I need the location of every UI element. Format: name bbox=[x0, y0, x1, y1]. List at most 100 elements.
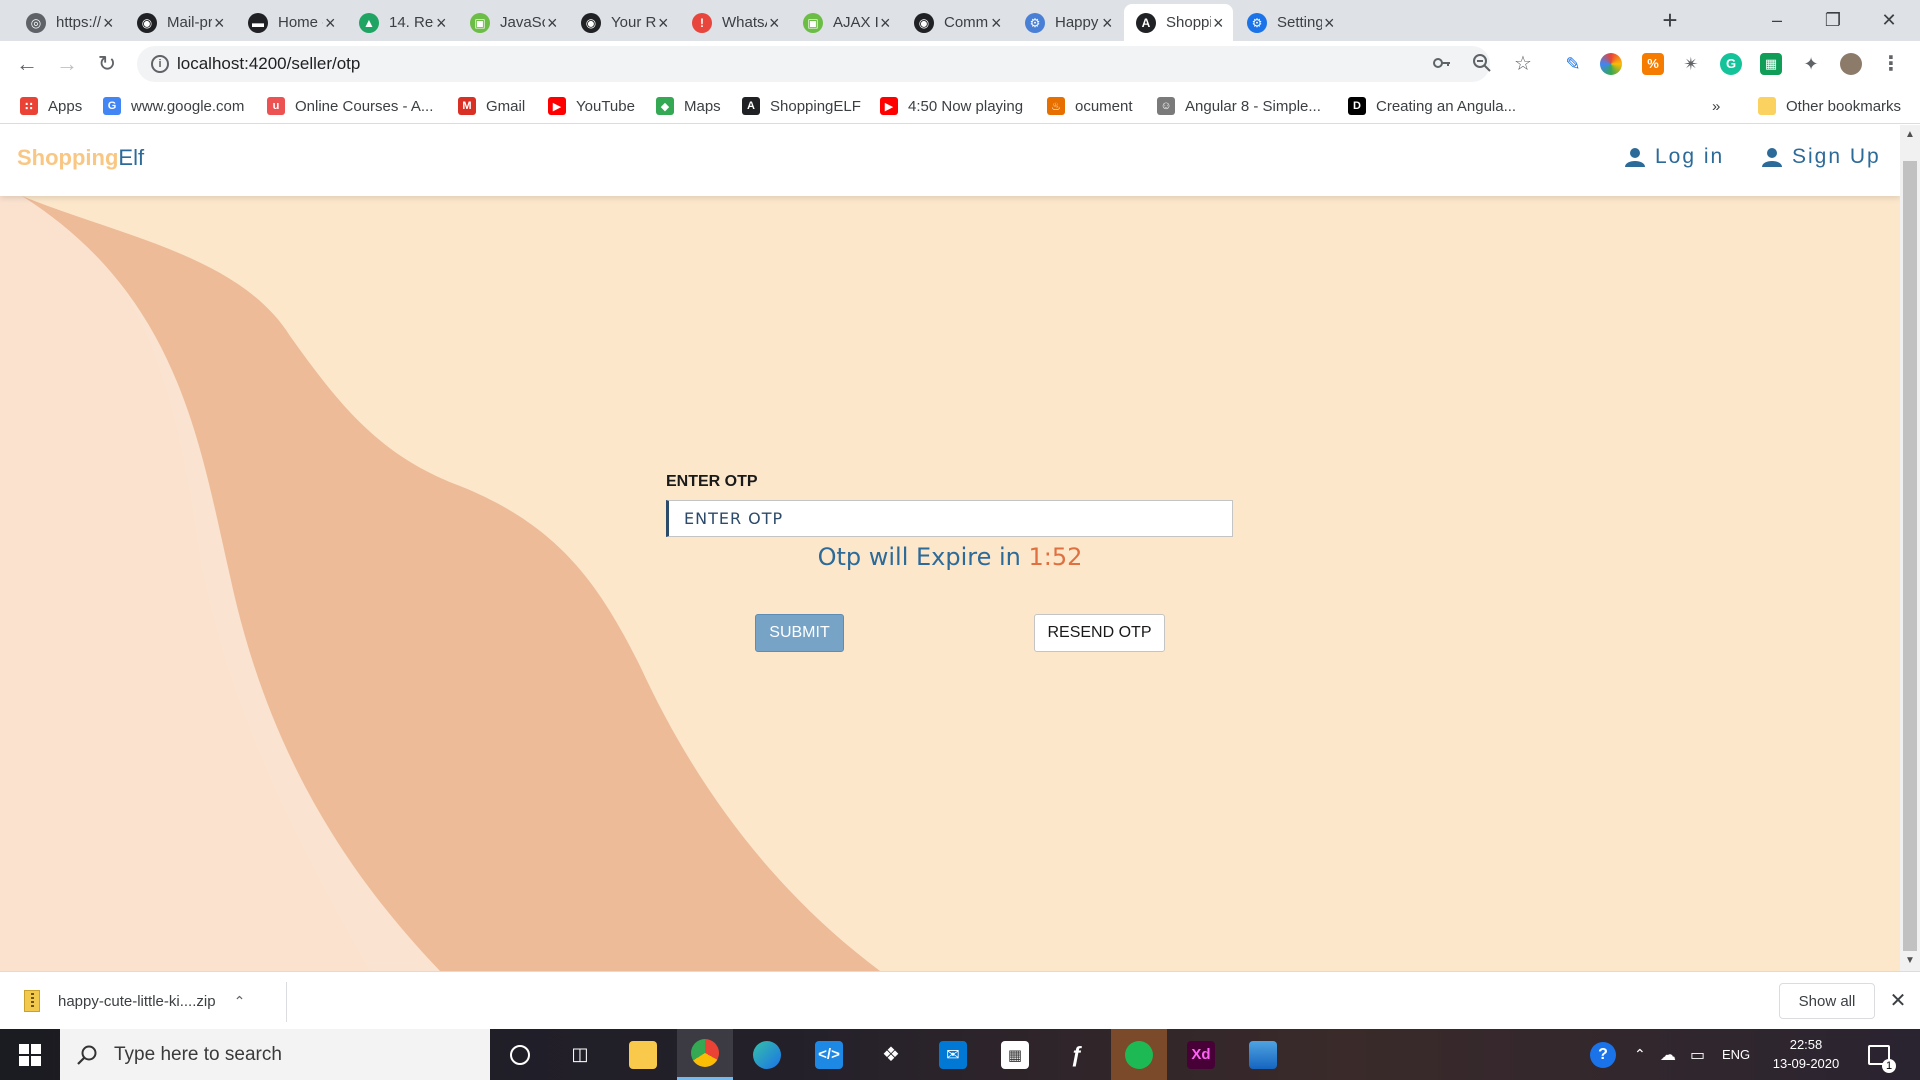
dropbox-icon[interactable]: ❖ bbox=[863, 1029, 919, 1080]
bookmark-item[interactable]: ♨ ocument bbox=[1047, 95, 1133, 117]
browser-tab[interactable]: ▲ 14. Redu× bbox=[347, 4, 456, 41]
chevron-up-icon[interactable]: ⌃ bbox=[234, 993, 246, 1010]
sheets-extension-icon[interactable]: ▦ bbox=[1760, 53, 1782, 75]
bookmark-star-icon[interactable]: ☆ bbox=[1512, 53, 1534, 75]
restore-icon[interactable]: ❐ bbox=[1805, 0, 1861, 40]
grammarly-icon[interactable]: G bbox=[1720, 53, 1742, 75]
page-scrollbar[interactable]: ▲ ▼ bbox=[1900, 125, 1920, 971]
reload-icon[interactable]: ↻ bbox=[93, 50, 121, 78]
scroll-thumb[interactable] bbox=[1903, 161, 1917, 951]
bookmark-item[interactable]: u Online Courses - A... bbox=[267, 95, 433, 117]
spotify-icon[interactable] bbox=[1111, 1029, 1167, 1080]
browser-tab[interactable]: ◉ Your Re× bbox=[569, 4, 678, 41]
zoom-icon[interactable] bbox=[1471, 53, 1493, 75]
show-all-button[interactable]: Show all bbox=[1779, 983, 1875, 1019]
bug-extension-icon[interactable]: ✴ bbox=[1680, 53, 1702, 75]
bookmark-item[interactable]: M Gmail bbox=[458, 95, 525, 117]
pen-extension-icon[interactable]: ✎ bbox=[1562, 53, 1584, 75]
cortana-icon[interactable] bbox=[492, 1029, 548, 1080]
minimize-icon[interactable]: – bbox=[1749, 0, 1805, 40]
profile-avatar[interactable] bbox=[1840, 53, 1862, 75]
browser-tab[interactable]: ▬ Home - × bbox=[236, 4, 345, 41]
bookmark-item[interactable]: ◆ Maps bbox=[656, 95, 721, 117]
task-view-icon[interactable]: ◫ bbox=[552, 1029, 608, 1080]
otp-timer: 1:52 bbox=[1028, 543, 1083, 571]
close-tab-icon[interactable]: × bbox=[1100, 14, 1114, 32]
browser-tab[interactable]: ◉ Mail-prc× bbox=[125, 4, 234, 41]
clock[interactable]: 22:58 13-09-2020 bbox=[1768, 1035, 1844, 1073]
bookmark-item[interactable]: Gwww.google.com bbox=[103, 95, 244, 117]
file-explorer-icon[interactable] bbox=[615, 1029, 671, 1080]
otp-input[interactable] bbox=[666, 500, 1233, 537]
help-icon[interactable]: ? bbox=[1590, 1029, 1616, 1080]
new-tab-button[interactable]: + bbox=[1656, 6, 1684, 34]
edge-icon[interactable] bbox=[739, 1029, 795, 1080]
bookmark-item[interactable]: ∷ Apps bbox=[20, 95, 82, 117]
tab-label: AJAX Int bbox=[833, 14, 879, 31]
site-logo[interactable]: ShoppingElf bbox=[17, 145, 144, 171]
browser-tab[interactable]: ▣ AJAX Int× bbox=[791, 4, 900, 41]
close-tab-icon[interactable]: × bbox=[656, 14, 670, 32]
close-tab-icon[interactable]: × bbox=[878, 14, 892, 32]
close-tab-icon[interactable]: × bbox=[545, 14, 559, 32]
battery-icon[interactable]: ▭ bbox=[1690, 1029, 1705, 1080]
download-item[interactable]: happy-cute-little-ki....zip ⌃ bbox=[24, 984, 245, 1018]
scroll-down-icon[interactable]: ▼ bbox=[1904, 955, 1916, 967]
bookmark-item[interactable]: A ShoppingELF bbox=[742, 95, 861, 117]
bookmark-item[interactable]: D Creating an Angula... bbox=[1348, 95, 1516, 117]
bookmark-label: Gmail bbox=[486, 97, 526, 115]
browser-tab[interactable]: ◉ Commit× bbox=[902, 4, 1011, 41]
close-tab-icon[interactable]: × bbox=[434, 14, 448, 32]
photos-icon[interactable] bbox=[1235, 1029, 1291, 1080]
chrome-taskbar-icon[interactable] bbox=[677, 1029, 733, 1080]
user-icon bbox=[1762, 148, 1782, 167]
close-tab-icon[interactable]: × bbox=[212, 14, 226, 32]
store-icon[interactable]: ▦ bbox=[987, 1029, 1043, 1080]
back-arrow-icon[interactable]: ← bbox=[13, 50, 41, 78]
browser-tab[interactable]: ! WhatsAp× bbox=[680, 4, 789, 41]
bookmarks-more-button[interactable]: » bbox=[1712, 95, 1720, 117]
windows-start-icon[interactable] bbox=[0, 1029, 60, 1080]
mail-icon[interactable]: ✉ bbox=[925, 1029, 981, 1080]
sublime-icon[interactable]: ƒ bbox=[1049, 1029, 1105, 1080]
coupon-extension-icon[interactable]: % bbox=[1642, 53, 1664, 75]
close-tab-icon[interactable]: × bbox=[767, 14, 781, 32]
browser-tab[interactable]: ⚙ Settings× bbox=[1235, 4, 1344, 41]
menu-dots-icon[interactable]: ⋮ bbox=[1880, 53, 1902, 75]
extensions-puzzle-icon[interactable]: ✦ bbox=[1800, 53, 1822, 75]
otp-label: ENTER OTP bbox=[666, 473, 758, 490]
close-download-bar-icon[interactable]: ✕ bbox=[1886, 987, 1910, 1015]
browser-tab[interactable]: ◎ https://r × bbox=[14, 4, 123, 41]
adobe-xd-icon[interactable]: Xd bbox=[1173, 1029, 1229, 1080]
bookmark-item[interactable]: ▶ YouTube bbox=[548, 95, 635, 117]
close-tab-icon[interactable]: × bbox=[101, 14, 115, 32]
login-link[interactable]: Log in bbox=[1625, 145, 1724, 169]
close-tab-icon[interactable]: × bbox=[1211, 14, 1225, 32]
close-window-icon[interactable]: ✕ bbox=[1861, 0, 1917, 40]
forward-arrow-icon[interactable]: → bbox=[53, 50, 81, 78]
other-bookmarks[interactable]: Other bookmarks bbox=[1758, 95, 1901, 117]
bookmark-item[interactable]: ☺ Angular 8 - Simple... bbox=[1157, 95, 1321, 117]
close-tab-icon[interactable]: × bbox=[989, 14, 1003, 32]
key-icon[interactable] bbox=[1431, 53, 1453, 75]
address-bar[interactable]: i localhost:4200/seller/otp bbox=[137, 46, 1493, 82]
scroll-up-icon[interactable]: ▲ bbox=[1904, 129, 1916, 141]
browser-tab[interactable]: ⚙ Happy c× bbox=[1013, 4, 1122, 41]
browser-tab[interactable]: ▣ JavaScri× bbox=[458, 4, 567, 41]
close-tab-icon[interactable]: × bbox=[1322, 14, 1336, 32]
browser-tab[interactable]: A Shoppin× bbox=[1124, 4, 1233, 41]
clock-date: 13-09-2020 bbox=[1772, 1056, 1840, 1071]
bookmark-item[interactable]: ▶ 4:50 Now playing bbox=[880, 95, 1023, 117]
vscode-icon[interactable]: </> bbox=[801, 1029, 857, 1080]
color-extension-icon[interactable] bbox=[1600, 53, 1622, 75]
site-info-icon[interactable]: i bbox=[151, 55, 169, 73]
signup-link[interactable]: Sign Up bbox=[1762, 145, 1881, 169]
network-icon[interactable]: ☁ bbox=[1660, 1029, 1676, 1080]
close-tab-icon[interactable]: × bbox=[323, 14, 337, 32]
taskbar-search-box[interactable]: Type here to search bbox=[60, 1029, 490, 1080]
tray-chevron-up-icon[interactable]: ⌃ bbox=[1634, 1029, 1646, 1080]
resend-otp-button[interactable]: RESEND OTP bbox=[1034, 614, 1165, 652]
notifications-icon[interactable]: 1 bbox=[1868, 1029, 1896, 1080]
submit-button[interactable]: SUBMIT bbox=[755, 614, 844, 652]
language-indicator[interactable]: ENG bbox=[1722, 1029, 1750, 1080]
